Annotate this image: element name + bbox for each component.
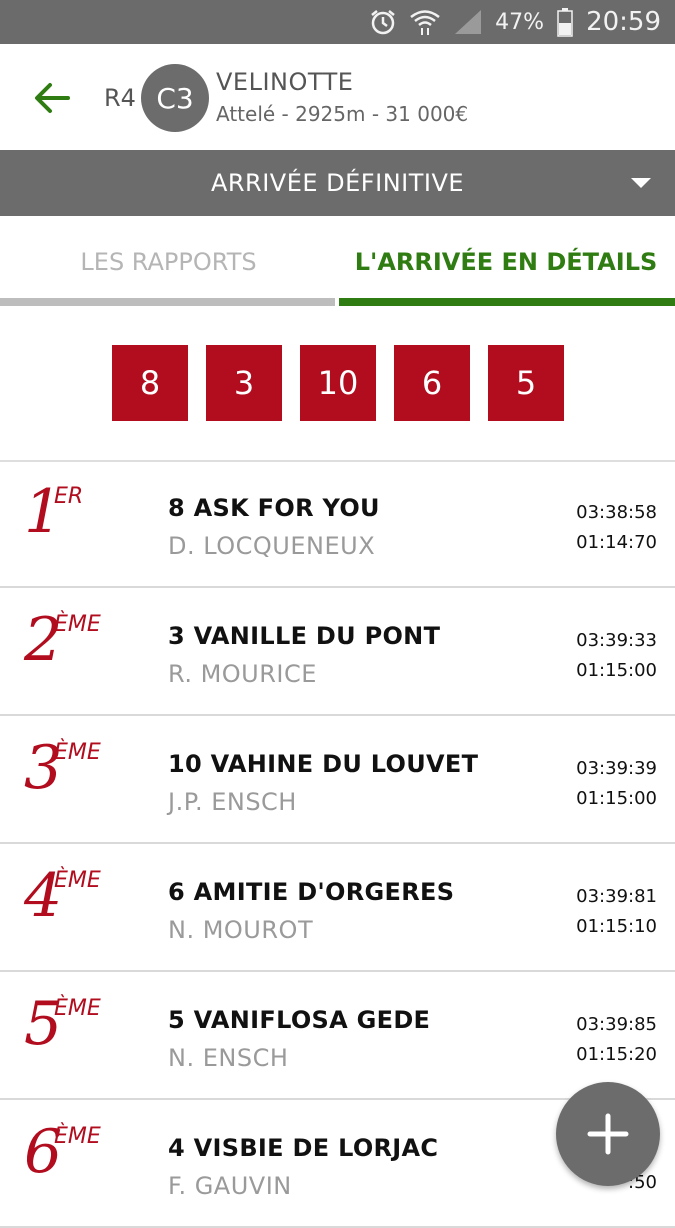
place-suffix: ÈME <box>54 612 101 637</box>
course-badge: C3 <box>141 64 209 132</box>
reduction-time: 01:15:10 <box>576 916 657 937</box>
arrival-number-box: 10 <box>300 345 376 421</box>
result-row[interactable]: 4 ÈME 6 AMITIE D'ORGERES N. MOUROT 03:39… <box>0 844 675 972</box>
reduction-time: 01:14:70 <box>576 532 657 553</box>
alarm-icon <box>369 8 397 36</box>
place-rank: 6 ÈME <box>24 1122 101 1182</box>
result-row[interactable]: 3 ÈME 10 VAHINE DU LOUVET J.P. ENSCH 03:… <box>0 716 675 844</box>
result-row[interactable]: 2 ÈME 3 VANILLE DU PONT R. MOURICE 03:39… <box>0 588 675 716</box>
place-rank: 5 ÈME <box>24 994 101 1054</box>
tab-indicator-active <box>339 298 675 306</box>
tab-rapports[interactable]: LES RAPPORTS <box>0 216 337 308</box>
place-suffix: ÈME <box>54 740 101 765</box>
race-time: 03:39:81 <box>576 886 657 907</box>
reunion-label: R4 <box>104 84 136 112</box>
race-header: R4 C3 VELINOTTE Attelé - 2925m - 31 000€ <box>0 44 675 150</box>
place-rank: 4 ÈME <box>24 866 101 926</box>
tab-arrivee-details[interactable]: L'ARRIVÉE EN DÉTAILS <box>337 216 675 308</box>
horse-name: 8 ASK FOR YOU <box>168 494 380 522</box>
result-row[interactable]: 5 ÈME 5 VANIFLOSA GEDE N. ENSCH 03:39:85… <box>0 972 675 1100</box>
horse-name: 4 VISBIE DE LORJAC <box>168 1134 439 1162</box>
arrival-number-box: 5 <box>488 345 564 421</box>
place-rank: 1 ER <box>24 482 83 542</box>
tab-indicator-inactive <box>0 298 335 306</box>
place-suffix: ÈME <box>54 868 101 893</box>
back-button[interactable] <box>32 78 72 118</box>
wifi-icon <box>409 8 441 36</box>
place-rank: 2 ÈME <box>24 610 101 670</box>
result-row[interactable]: 1 ER 8 ASK FOR YOU D. LOCQUENEUX 03:38:5… <box>0 460 675 588</box>
place-suffix: ÈME <box>54 1124 101 1149</box>
driver-name: F. GAUVIN <box>168 1172 292 1200</box>
place-suffix: ÈME <box>54 996 101 1021</box>
driver-name: D. LOCQUENEUX <box>168 532 376 560</box>
horse-name: 10 VAHINE DU LOUVET <box>168 750 479 778</box>
place-suffix: ER <box>54 484 84 509</box>
race-name: VELINOTTE <box>216 68 354 96</box>
battery-percentage: 47% <box>495 9 545 35</box>
plus-icon <box>587 1113 629 1155</box>
status-bar: 47% 20:59 <box>0 0 675 44</box>
reduction-time: 01:15:00 <box>576 660 657 681</box>
driver-name: J.P. ENSCH <box>168 788 297 816</box>
arrival-type-dropdown[interactable]: ARRIVÉE DÉFINITIVE <box>0 150 675 216</box>
horse-name: 5 VANIFLOSA GEDE <box>168 1006 431 1034</box>
reduction-time: 01:15:20 <box>576 1044 657 1065</box>
race-time: 03:39:39 <box>576 758 657 779</box>
clock: 20:59 <box>586 7 661 37</box>
arrival-number-box: 3 <box>206 345 282 421</box>
tab-bar: LES RAPPORTS L'ARRIVÉE EN DÉTAILS <box>0 216 675 308</box>
arrival-number-box: 8 <box>112 345 188 421</box>
race-time: 03:38:58 <box>576 502 657 523</box>
status-icons: 47% 20:59 <box>369 0 661 44</box>
arrival-numbers: 8 3 10 6 5 <box>112 345 564 421</box>
horse-name: 3 VANILLE DU PONT <box>168 622 441 650</box>
arrival-number-box: 6 <box>394 345 470 421</box>
battery-icon <box>556 7 574 37</box>
chevron-down-icon <box>631 178 651 188</box>
arrow-left-icon <box>35 83 70 113</box>
reduction-time: 01:15:00 <box>576 788 657 809</box>
dropdown-selected-value: ARRIVÉE DÉFINITIVE <box>210 169 465 197</box>
add-button[interactable] <box>556 1082 660 1186</box>
driver-name: R. MOURICE <box>168 660 317 688</box>
race-time: 03:39:33 <box>576 630 657 651</box>
race-info: Attelé - 2925m - 31 000€ <box>216 102 469 126</box>
driver-name: N. MOUROT <box>168 916 314 944</box>
signal-icon <box>453 8 483 36</box>
place-rank: 3 ÈME <box>24 738 101 798</box>
driver-name: N. ENSCH <box>168 1044 289 1072</box>
horse-name: 6 AMITIE D'ORGERES <box>168 878 455 906</box>
race-time: 03:39:85 <box>576 1014 657 1035</box>
